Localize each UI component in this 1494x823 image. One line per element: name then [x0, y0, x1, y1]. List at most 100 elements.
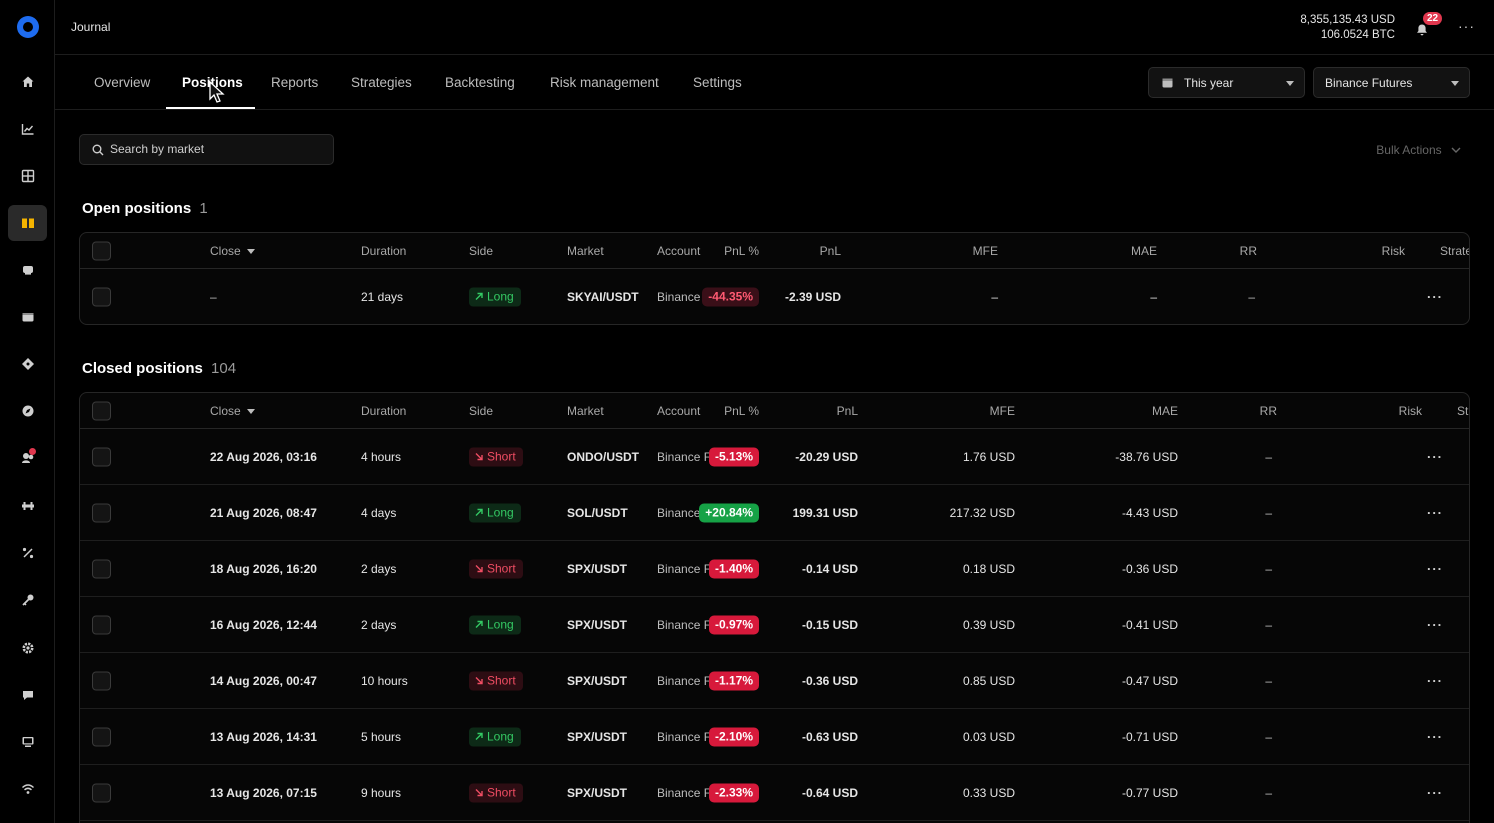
sidebar-item-key[interactable] [8, 582, 47, 618]
column-header-strategy[interactable]: Strate [1440, 244, 1469, 258]
column-header-rr[interactable]: RR [1260, 404, 1277, 418]
column-header-duration[interactable]: Duration [361, 404, 406, 418]
pnl-percent-value: +20.84% [699, 503, 759, 522]
sidebar-item-percent[interactable] [8, 535, 47, 571]
tab-settings[interactable]: Settings [693, 75, 742, 90]
closed-positions-title: Closed positions 104 [82, 360, 236, 377]
duration: 10 hours [361, 673, 408, 688]
row-checkbox[interactable] [92, 783, 111, 802]
side-label: Short [487, 673, 516, 688]
table-row[interactable]: 13 Aug 2026, 14:31 5 hours Long SPX/USDT Bin… [80, 709, 1469, 765]
column-header-market[interactable]: Market [567, 244, 604, 258]
account-select-value: Binance Futures [1325, 75, 1413, 90]
select-all-checkbox[interactable] [92, 401, 111, 420]
column-header-side[interactable]: Side [469, 404, 493, 418]
balance-summary[interactable]: 8,355,135.43 USD 106.0524 BTC [1300, 13, 1395, 43]
row-checkbox[interactable] [92, 503, 111, 522]
page-title: Journal [71, 20, 111, 34]
sidebar-item-settings[interactable] [8, 630, 47, 666]
tab-strategies[interactable]: Strategies [351, 75, 412, 90]
table-row[interactable]: 16 Aug 2026, 12:44 2 days Long SPX/USDT Bina… [80, 597, 1469, 653]
sidebar-item-chat[interactable] [8, 677, 47, 713]
column-header-pnl[interactable]: PnL [820, 244, 841, 258]
sidebar-item-grid[interactable] [8, 158, 47, 194]
column-header-strategy[interactable]: Str [1457, 404, 1469, 418]
pnl: -0.63 USD [801, 729, 858, 744]
calendar-icon [1162, 78, 1173, 88]
row-actions-icon[interactable]: ··· [1427, 617, 1443, 632]
bulk-actions-button[interactable]: Bulk Actions [1376, 143, 1461, 157]
sidebar-item-chart[interactable] [8, 111, 47, 147]
row-actions-icon[interactable]: ··· [1427, 785, 1443, 800]
select-all-checkbox[interactable] [92, 241, 111, 260]
tab-backtesting[interactable]: Backtesting [445, 75, 515, 90]
duration: 9 hours [361, 785, 402, 800]
sidebar-item-bridge[interactable] [8, 488, 47, 524]
side-badge: Short [469, 559, 523, 578]
row-checkbox[interactable] [92, 287, 111, 306]
column-header-account[interactable]: Account [657, 244, 700, 258]
column-header-mae[interactable]: MAE [1152, 404, 1178, 418]
column-header-close[interactable]: Close [210, 244, 255, 258]
table-row[interactable]: 21 Aug 2026, 08:47 4 days Long SOL/USDT Bina… [80, 485, 1469, 541]
column-header-duration[interactable]: Duration [361, 244, 406, 258]
row-checkbox[interactable] [92, 727, 111, 746]
tab-reports[interactable]: Reports [271, 75, 318, 90]
column-header-market[interactable]: Market [567, 404, 604, 418]
column-header-pnl-percent[interactable]: PnL % [724, 244, 759, 258]
app-logo[interactable] [17, 16, 39, 38]
table-row[interactable]: 14 Aug 2026, 00:47 10 hours Short SPX/USDT B… [80, 653, 1469, 709]
column-header-rr[interactable]: RR [1240, 244, 1257, 258]
tab-overview[interactable]: Overview [94, 75, 150, 90]
sidebar-item-tag[interactable] [8, 346, 47, 382]
column-header-mfe[interactable]: MFE [990, 404, 1015, 418]
chevron-down-icon [1451, 81, 1459, 86]
search-input[interactable] [110, 142, 320, 156]
column-header-mae[interactable]: MAE [1131, 244, 1157, 258]
column-header-label: RR [1259, 403, 1277, 418]
notifications-button[interactable]: 22 [1415, 12, 1443, 37]
row-actions-icon[interactable]: ··· [1427, 561, 1443, 576]
pnl: -2.39 USD [784, 289, 841, 304]
column-header-side[interactable]: Side [469, 244, 493, 258]
table-row[interactable]: 18 Aug 2026, 16:20 2 days Short SPX/USDT Bin… [80, 541, 1469, 597]
balance-btc: 106.0524 BTC [1320, 29, 1395, 41]
open-positions-label: Open positions [82, 200, 192, 217]
column-header-account[interactable]: Account [657, 404, 700, 418]
row-actions-icon[interactable]: ··· [1427, 673, 1443, 688]
more-options-icon[interactable]: ··· [1458, 18, 1475, 34]
column-header-close[interactable]: Close [210, 404, 255, 418]
sidebar-item-home[interactable] [8, 64, 47, 100]
column-header-mfe[interactable]: MFE [973, 244, 998, 258]
side-badge: Long [469, 615, 521, 634]
table-row[interactable]: 13 Aug 2026, 07:15 9 hours Short SPX/USDT Bi… [80, 765, 1469, 821]
sidebar-item-compass[interactable] [8, 393, 47, 429]
pnl-percent-badge: -2.10% [708, 727, 759, 746]
column-header-risk[interactable]: Risk [1382, 244, 1405, 258]
row-checkbox[interactable] [92, 671, 111, 690]
row-checkbox[interactable] [92, 559, 111, 578]
column-header-risk[interactable]: Risk [1399, 404, 1422, 418]
column-header-pnl-percent[interactable]: PnL % [724, 404, 759, 418]
sidebar-item-wallet[interactable] [8, 299, 47, 335]
row-actions-icon[interactable]: ··· [1427, 449, 1443, 464]
sidebar-item-monitor[interactable] [8, 724, 47, 760]
sidebar-item-wifi[interactable] [8, 771, 47, 807]
period-select[interactable]: This year [1148, 67, 1305, 98]
close-time: 13 Aug 2026, 07:15 [210, 785, 317, 800]
tab-risk-management[interactable]: Risk management [550, 75, 659, 90]
column-header-pnl[interactable]: PnL [837, 404, 858, 418]
row-actions-icon[interactable]: ··· [1427, 289, 1443, 304]
account-select[interactable]: Binance Futures [1313, 67, 1470, 98]
row-actions-icon[interactable]: ··· [1427, 505, 1443, 520]
row-checkbox[interactable] [92, 447, 111, 466]
sidebar-item-trading[interactable] [8, 252, 47, 288]
table-row[interactable]: 22 Aug 2026, 03:16 4 hours Short ONDO/USDT B… [80, 429, 1469, 485]
row-actions-icon[interactable]: ··· [1427, 729, 1443, 744]
sidebar-item-journal[interactable] [8, 205, 47, 241]
sidebar-item-community[interactable] [8, 440, 47, 476]
close-time: – [210, 289, 217, 304]
row-checkbox[interactable] [92, 615, 111, 634]
open-positions-title: Open positions 1 [82, 200, 208, 217]
table-row[interactable]: –21 days Long SKYAI/USDT Binance Futures -44… [80, 269, 1469, 324]
